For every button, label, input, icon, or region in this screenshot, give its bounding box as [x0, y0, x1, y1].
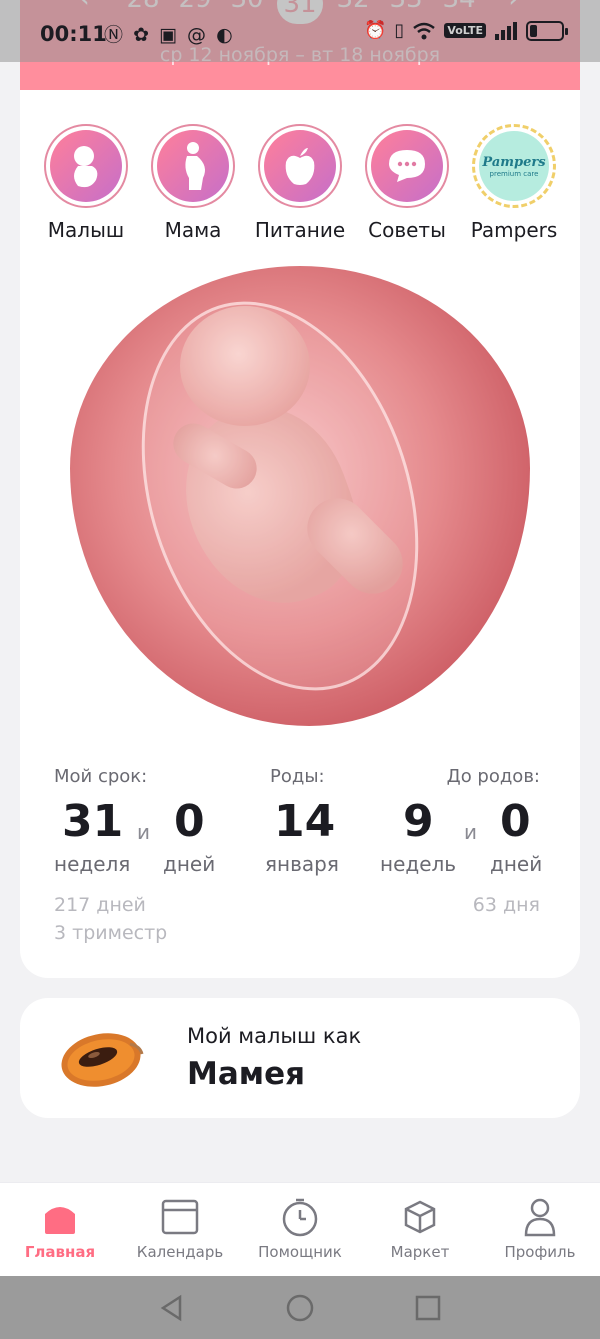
- category-baby[interactable]: Малыш: [31, 124, 141, 242]
- home-icon: [0, 1195, 120, 1239]
- category-tips[interactable]: Советы: [352, 124, 462, 242]
- until-days-unit: дней: [490, 852, 543, 876]
- pampers-logo-text: Pampers: [482, 154, 546, 170]
- alarm-icon: ⏰: [363, 20, 387, 41]
- timer-icon: [240, 1195, 360, 1239]
- term-heading: Мой срок:: [54, 766, 148, 787]
- term-weeks-value: 31: [62, 796, 124, 847]
- chat-icon: [371, 130, 443, 202]
- signal-icon: [495, 21, 517, 40]
- home-button-icon[interactable]: [286, 1294, 314, 1322]
- fetus-image: [70, 266, 530, 726]
- nav-label: Помощник: [258, 1243, 342, 1261]
- app-icon: ✿: [133, 24, 151, 46]
- category-label: Питание: [254, 218, 346, 242]
- category-pampers[interactable]: Pampers premium care Pampers: [459, 124, 569, 242]
- nav-profile[interactable]: Профиль: [480, 1195, 600, 1261]
- app-icon: ◐: [216, 24, 235, 46]
- due-day-value: 14: [274, 796, 336, 847]
- category-ring: Pampers premium care: [472, 124, 556, 208]
- category-ring: [151, 124, 235, 208]
- term-days-unit: дней: [163, 852, 216, 876]
- term-days-value: 0: [174, 796, 205, 847]
- system-navigation-bar: [0, 1276, 600, 1339]
- system-icons: ⏰ ▯ VoLTE: [363, 20, 568, 41]
- status-time: 00:11: [40, 22, 107, 46]
- profile-icon: [480, 1195, 600, 1239]
- until-and: и: [464, 820, 477, 844]
- nav-label: Главная: [24, 1243, 96, 1261]
- recents-button-icon[interactable]: [414, 1294, 442, 1322]
- category-label: Советы: [368, 218, 446, 242]
- nav-label: Календарь: [136, 1243, 224, 1261]
- term-and: и: [137, 820, 150, 844]
- notification-icons: Ⓝ ✿ ▣ @ ◐: [104, 20, 235, 47]
- nav-calendar[interactable]: Календарь: [120, 1195, 240, 1261]
- baby-size-card[interactable]: Мой малыш как Мамея: [20, 998, 580, 1118]
- until-days-value: 0: [500, 796, 531, 847]
- main-card: Малыш Мама Питание Советы Pampers premiu…: [20, 90, 580, 978]
- until-total-days: 63 дня: [472, 894, 540, 916]
- back-button-icon[interactable]: [158, 1294, 186, 1322]
- battery-icon: [526, 20, 568, 41]
- nav-label: Маркет: [390, 1243, 450, 1261]
- apple-icon: [264, 130, 336, 202]
- until-heading: До родов:: [446, 766, 540, 787]
- wifi-icon: [413, 22, 436, 39]
- box-icon: [360, 1195, 480, 1239]
- nav-label: Профиль: [504, 1243, 576, 1261]
- volte-icon: VoLTE: [444, 23, 486, 38]
- calendar-icon: [120, 1195, 240, 1239]
- category-ring: [258, 124, 342, 208]
- until-weeks-value: 9: [403, 796, 434, 847]
- term-total-days: 217 дней: [54, 894, 146, 916]
- due-heading: Роды:: [270, 766, 325, 787]
- bottom-navigation: Главная Календарь Помощник Маркет Профил…: [0, 1182, 600, 1276]
- amniotic-sac: [94, 266, 466, 726]
- at-icon: @: [187, 24, 209, 46]
- category-label: Мама: [164, 218, 222, 242]
- category-label: Малыш: [47, 218, 125, 242]
- trimester: 3 триместр: [54, 922, 168, 944]
- nav-assistant[interactable]: Помощник: [240, 1195, 360, 1261]
- nfc-icon: Ⓝ: [104, 24, 126, 46]
- term-weeks-unit: неделя: [54, 852, 131, 876]
- pampers-logo-sub: premium care: [489, 169, 539, 178]
- baby-like-fruit: Мамея: [187, 1056, 306, 1092]
- status-bar: 00:11 Ⓝ ✿ ▣ @ ◐ ⏰ ▯ VoLTE: [0, 0, 600, 62]
- category-label: Pampers: [470, 218, 558, 242]
- due-month: января: [265, 852, 339, 876]
- mamey-fruit-image: [61, 1033, 144, 1087]
- baby-like-label: Мой малыш как: [187, 1024, 362, 1048]
- baby-icon: [50, 130, 122, 202]
- category-ring: [365, 124, 449, 208]
- nav-market[interactable]: Маркет: [360, 1195, 480, 1261]
- until-weeks-unit: недель: [380, 852, 457, 876]
- category-ring: [44, 124, 128, 208]
- nav-home[interactable]: Главная: [0, 1195, 120, 1261]
- category-mom[interactable]: Мама: [138, 124, 248, 242]
- category-nutrition[interactable]: Питание: [245, 124, 355, 242]
- wb-icon: ▣: [159, 24, 179, 46]
- vibrate-icon: ▯: [394, 20, 405, 41]
- pampers-logo: Pampers premium care: [479, 131, 549, 201]
- pregnant-icon: [157, 130, 229, 202]
